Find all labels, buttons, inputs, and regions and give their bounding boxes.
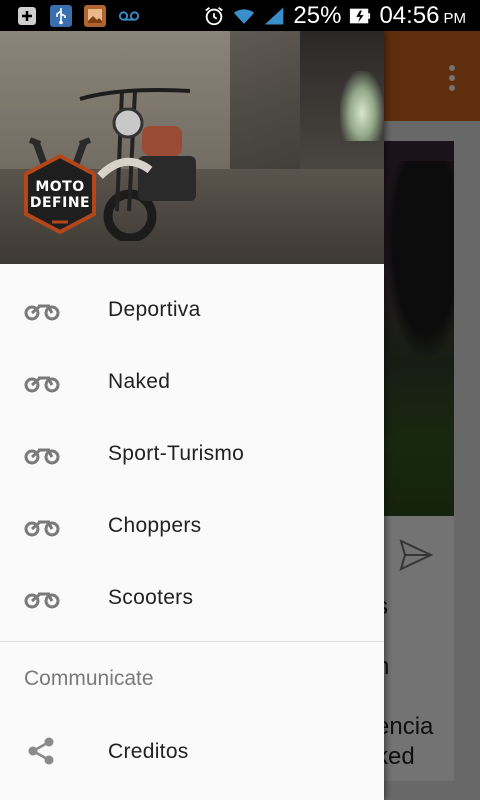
category-menu: Deportiva Naked Sport-Turismo Choppers S… — [0, 264, 384, 634]
motorcycle-icon — [24, 376, 60, 393]
usb-icon — [50, 4, 72, 27]
logo-text: MOTO DEFINE — [29, 179, 91, 211]
motorcycle-icon — [24, 304, 60, 321]
clock-ampm: PM — [443, 10, 467, 27]
menu-item-choppers[interactable]: Choppers — [0, 490, 384, 562]
motorcycle-icon — [24, 448, 60, 465]
signal-icon — [263, 5, 285, 27]
menu-item-scooters[interactable]: Scooters — [0, 562, 384, 634]
drawer-header: MOTO DEFINE — [0, 31, 384, 264]
section-title-communicate: Communicate — [24, 667, 154, 690]
alarm-icon — [203, 5, 225, 27]
menu-item-label: Naked — [108, 370, 171, 393]
motorcycle-icon — [24, 592, 60, 609]
add-box-icon — [16, 5, 38, 27]
menu-item-label: Creditos — [108, 740, 189, 763]
battery-percent: 25% — [293, 1, 342, 29]
battery-charging-icon — [349, 5, 371, 27]
wifi-icon — [233, 5, 255, 27]
menu-item-deportiva[interactable]: Deportiva — [0, 274, 384, 346]
status-bar: 25% 04:56 PM — [0, 0, 480, 31]
menu-item-label: Sport-Turismo — [108, 442, 245, 465]
menu-item-label: Scooters — [108, 586, 194, 609]
motorcycle-icon — [24, 520, 60, 537]
menu-item-creditos[interactable]: Creditos — [0, 716, 384, 788]
voicemail-icon — [118, 5, 140, 27]
share-icon — [28, 737, 54, 765]
menu-item-naked[interactable]: Naked — [0, 346, 384, 418]
navigation-drawer: MOTO DEFINE Deportiva Naked Sport-Turism… — [0, 31, 384, 800]
menu-item-sport-turismo[interactable]: Sport-Turismo — [0, 418, 384, 490]
image-icon — [84, 4, 106, 27]
menu-item-label: Choppers — [108, 514, 202, 537]
communicate-menu: Creditos — [0, 716, 384, 788]
menu-item-label: Deportiva — [108, 298, 201, 321]
clock-time: 04:56 — [379, 1, 440, 29]
